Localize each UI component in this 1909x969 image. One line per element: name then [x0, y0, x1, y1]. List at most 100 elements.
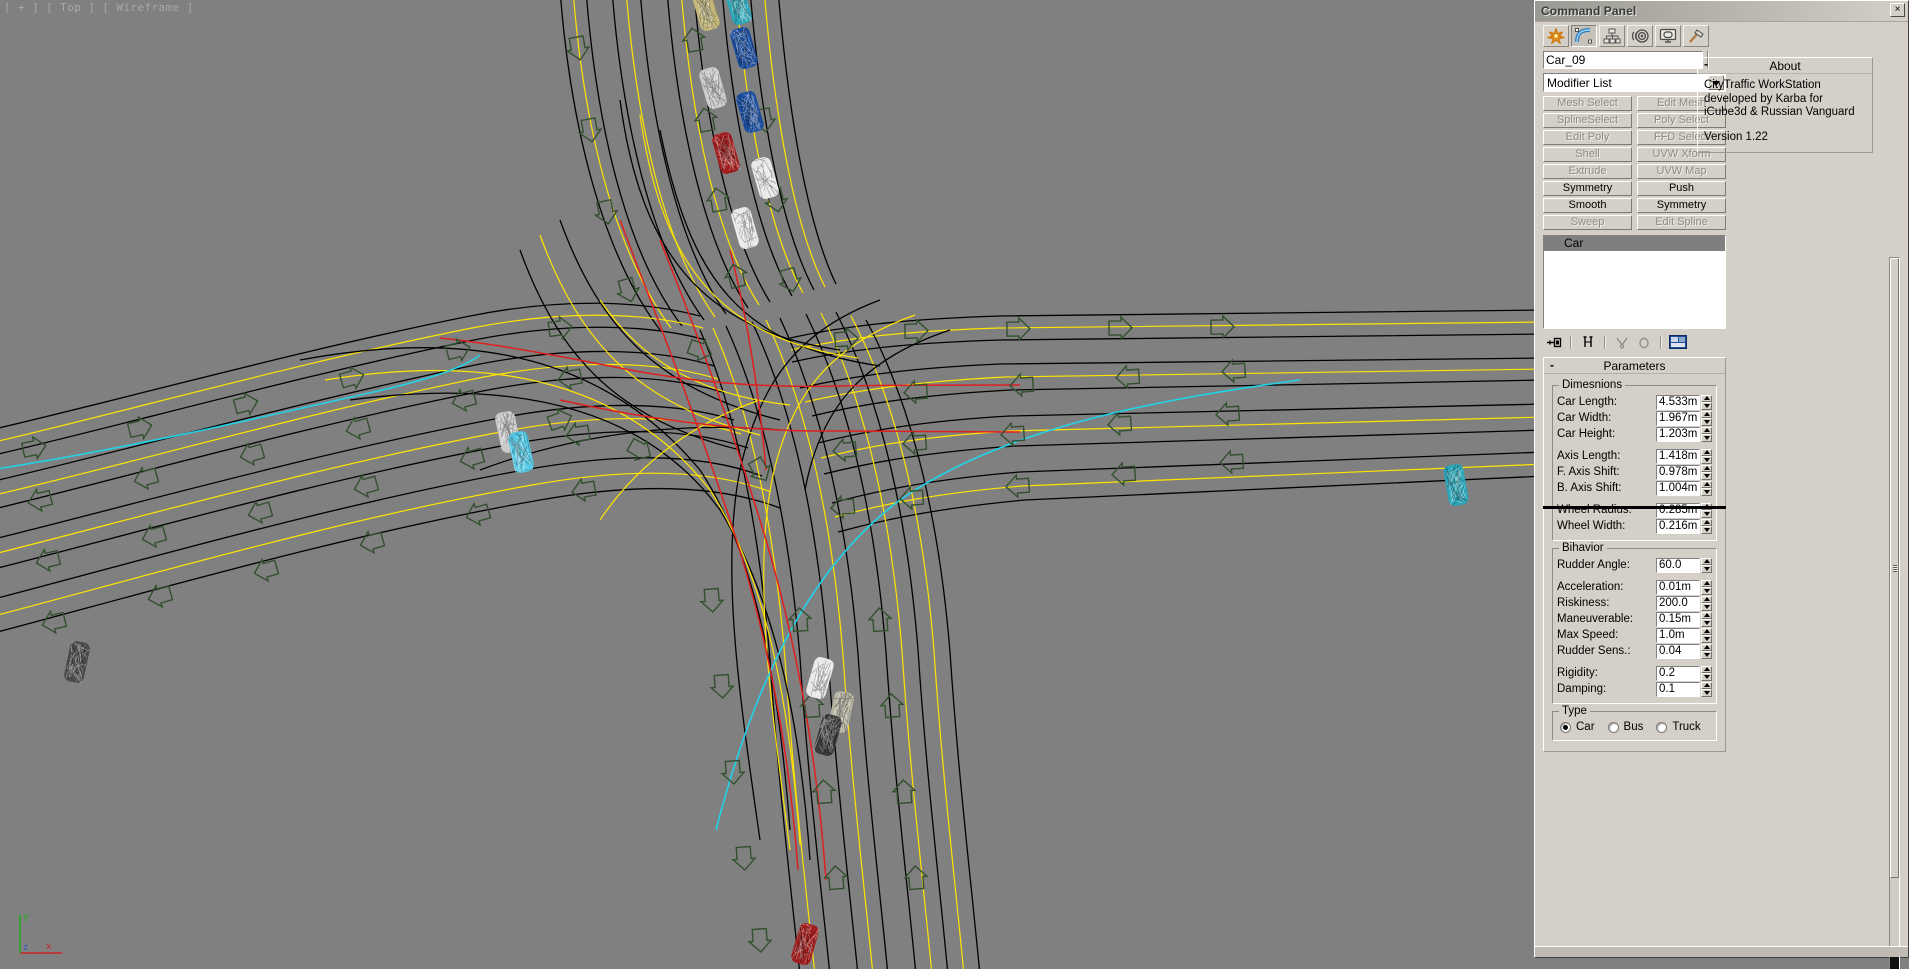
param-row: Car Height:	[1557, 426, 1712, 442]
modifier-button-smooth[interactable]: Smooth	[1543, 198, 1632, 213]
radio-dot-icon	[1607, 721, 1619, 733]
svg-text:z: z	[23, 943, 28, 953]
param-label: Rudder Sens.:	[1557, 645, 1631, 657]
param-label: Damping:	[1557, 683, 1607, 695]
modify-panel-column: Modifier List Mesh SelectEdit MeshSpline…	[1535, 49, 1726, 961]
motion-tab[interactable]	[1627, 25, 1653, 47]
toolbar-separator	[1570, 335, 1572, 349]
vehicle-wireframe[interactable]	[698, 66, 727, 110]
remove-modifier-icon[interactable]	[1633, 334, 1655, 351]
application-window: [ + ] [ Top ] [ Wireframe ] x y z Comman…	[0, 0, 1909, 969]
axis-tripod-icon: x y z	[19, 912, 62, 954]
modifier-button-symmetry[interactable]: Symmetry	[1543, 181, 1632, 196]
hierarchy-tab[interactable]	[1599, 25, 1625, 47]
param-label: Car Length:	[1557, 396, 1618, 408]
utilities-tab[interactable]	[1683, 25, 1709, 47]
type-radio-label: Bus	[1623, 721, 1644, 733]
modifier-button-extrude: Extrude	[1543, 164, 1632, 179]
command-panel-title: Command Panel	[1541, 4, 1637, 18]
command-panel-body: Modifier List Mesh SelectEdit MeshSpline…	[1535, 49, 1908, 969]
param-row: Rudder Sens.:	[1557, 643, 1712, 659]
param-label: Maneuverable:	[1557, 613, 1634, 625]
command-panel-bottom-strip	[1535, 946, 1908, 957]
star-icon	[1547, 28, 1565, 44]
about-line-3: iCube3d & Russian Vanguard	[1704, 106, 1855, 118]
about-line-1: CityTraffic WorkStation	[1704, 79, 1821, 91]
rollout-collapse-icon[interactable]: -	[1704, 57, 1708, 71]
scrollbar-thumb[interactable]	[1890, 258, 1899, 878]
vehicle-wireframe[interactable]	[730, 206, 759, 250]
hammer-icon	[1689, 29, 1704, 43]
hierarchy-tree-icon	[1603, 28, 1621, 44]
modifier-button-mesh-select: Mesh Select	[1543, 96, 1632, 111]
modifier-button-splineselect: SplineSelect	[1543, 113, 1632, 128]
about-version: Version 1.22	[1704, 130, 1768, 143]
vehicle-wireframe[interactable]	[1443, 464, 1469, 507]
object-name-input[interactable]	[1543, 51, 1703, 69]
rollout-collapse-icon[interactable]: -	[1550, 358, 1554, 372]
modifier-button-sweep: Sweep	[1543, 215, 1632, 230]
svg-text:y: y	[23, 912, 29, 922]
type-radio-car[interactable]: Car	[1560, 721, 1595, 733]
param-label: Rigidity:	[1557, 667, 1598, 679]
param-row: F. Axis Shift:	[1557, 464, 1712, 480]
close-icon[interactable]: ×	[1890, 3, 1905, 17]
param-row: Wheel Radius:	[1557, 502, 1712, 518]
type-radio-label: Car	[1576, 721, 1595, 733]
param-label: Car Width:	[1557, 412, 1612, 424]
create-tab[interactable]	[1543, 25, 1569, 47]
modify-tab[interactable]	[1571, 25, 1597, 47]
vehicle-wireframe[interactable]	[64, 640, 91, 684]
modifier-list-label: Modifier List	[1547, 75, 1612, 90]
param-label: Riskiness:	[1557, 597, 1610, 609]
pin-stack-icon[interactable]	[1543, 334, 1565, 351]
param-label: Rudder Angle:	[1557, 559, 1630, 571]
vehicle-wireframe[interactable]	[711, 131, 741, 175]
about-panel-column: - About CityTraffic WorkStation develope…	[1691, 49, 1908, 961]
param-row: Car Length:	[1557, 394, 1712, 410]
configure-modifier-sets-icon[interactable]	[1667, 334, 1689, 351]
vehicle-wireframe[interactable]	[507, 430, 535, 473]
scrollbar-grip	[1893, 565, 1897, 572]
command-panel-tab-strip[interactable]	[1535, 22, 1908, 49]
type-radio-group[interactable]: Car Bus Truck	[1557, 720, 1712, 734]
about-body: CityTraffic WorkStation developed by Kar…	[1698, 74, 1872, 152]
vehicle-wireframe[interactable]	[723, 0, 752, 26]
viewport-top-wireframe[interactable]: [ + ] [ Top ] [ Wireframe ] x y z	[0, 0, 1534, 969]
vehicle-wireframe[interactable]	[813, 713, 842, 757]
about-rollout-header[interactable]: - About	[1698, 57, 1872, 74]
about-rollout: - About CityTraffic WorkStation develope…	[1697, 57, 1873, 153]
toolbar-separator	[1660, 335, 1662, 349]
command-panel-window[interactable]: Command Panel × Car_09 Modifier List Mes…	[1534, 0, 1909, 969]
param-row: Max Speed:	[1557, 627, 1712, 643]
type-radio-bus[interactable]: Bus	[1607, 721, 1644, 733]
param-label: Acceleration:	[1557, 581, 1624, 593]
param-row: Rigidity:	[1557, 665, 1712, 681]
motion-wheel-icon	[1631, 29, 1649, 43]
type-group-title: Type	[1559, 705, 1590, 717]
svg-text:x: x	[46, 942, 52, 952]
radio-dot-icon	[1656, 721, 1668, 733]
param-row: B. Axis Shift:	[1557, 480, 1712, 496]
param-row: Car Width:	[1557, 410, 1712, 426]
behavior-group-title: Bihavior	[1559, 542, 1607, 554]
modifier-button-edit-poly: Edit Poly	[1543, 130, 1632, 145]
display-monitor-icon	[1659, 28, 1677, 43]
param-label: Car Height:	[1557, 428, 1616, 440]
vehicle-wireframe[interactable]	[750, 156, 779, 200]
modifier-button-grid[interactable]: Mesh Select Edit Mesh SplineSelect Poly Sel…	[1543, 96, 1726, 230]
parameters-title: Parameters	[1603, 358, 1666, 373]
make-unique-icon[interactable]	[1611, 334, 1633, 351]
command-panel-titlebar[interactable]: Command Panel ×	[1535, 1, 1908, 22]
dimensions-rows: Car Length: Car Width: Car Height: Axis Len…	[1557, 394, 1712, 534]
display-tab[interactable]	[1655, 25, 1681, 47]
curve-arc-icon	[1575, 28, 1592, 44]
param-row: Axis Length:	[1557, 448, 1712, 464]
param-row: Damping:	[1557, 681, 1712, 697]
param-row: Riskiness:	[1557, 595, 1712, 611]
command-panel-scrollbar[interactable]	[1889, 257, 1900, 969]
viewport-label: [ + ] [ Top ] [ Wireframe ]	[4, 1, 194, 14]
show-end-result-icon[interactable]	[1577, 334, 1599, 351]
about-title: About	[1769, 58, 1801, 73]
modifier-button-shell: Shell	[1543, 147, 1632, 162]
